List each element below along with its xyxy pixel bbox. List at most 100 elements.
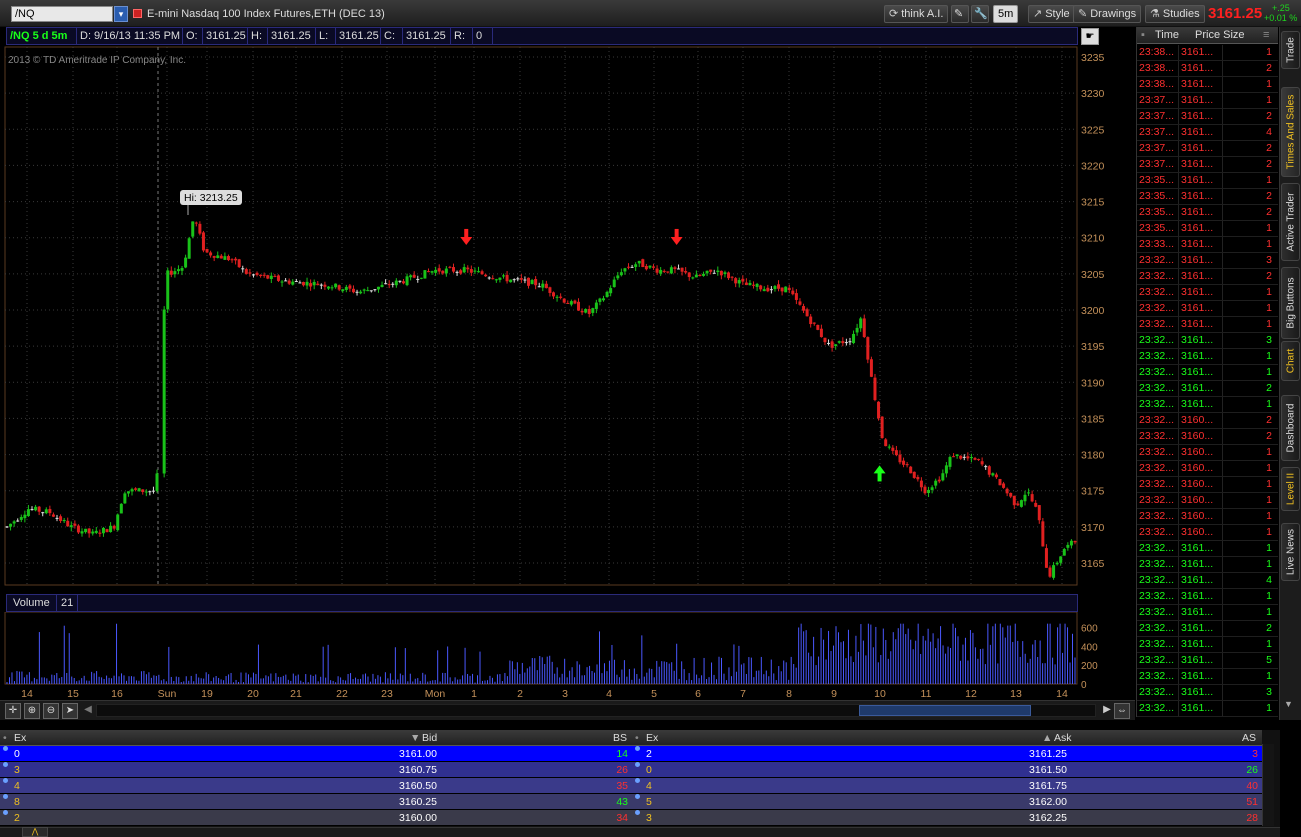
- ts-separator: [1178, 317, 1179, 332]
- symbol-dropdown-button[interactable]: ▾: [114, 6, 128, 22]
- ask-row[interactable]: 3 3162.25 28: [632, 810, 1262, 826]
- ask-size-header[interactable]: AS: [1242, 732, 1256, 744]
- scroll-down-icon[interactable]: ▼: [1284, 699, 1293, 709]
- ts-row[interactable]: 23:32... 3161... 1: [1137, 669, 1278, 685]
- scroll-left-button[interactable]: ◀: [80, 703, 96, 719]
- ask-row[interactable]: 0 3161.50 26: [632, 762, 1262, 778]
- style-button[interactable]: ↗ Style: [1028, 5, 1075, 23]
- expand-button[interactable]: ⇔: [1114, 703, 1130, 719]
- crosshair-button[interactable]: ✛: [5, 703, 21, 719]
- interval-button[interactable]: 5m: [993, 5, 1019, 23]
- ts-row[interactable]: 23:32... 3161... 1: [1137, 365, 1278, 381]
- ask-price-header[interactable]: Ask: [1054, 732, 1072, 744]
- ts-row[interactable]: 23:32... 3161... 1: [1137, 701, 1278, 717]
- ts-row[interactable]: 23:32... 3161... 1: [1137, 349, 1278, 365]
- ask-row[interactable]: 4 3161.75 40: [632, 778, 1262, 794]
- pointer-button[interactable]: ➤: [62, 703, 78, 719]
- ts-row[interactable]: 23:32... 3161... 1: [1137, 317, 1278, 333]
- ts-row[interactable]: 23:37... 3161... 1: [1137, 93, 1278, 109]
- tab-level-ii[interactable]: Level II: [1281, 467, 1300, 511]
- ts-row[interactable]: 23:32... 3160... 1: [1137, 477, 1278, 493]
- ts-row[interactable]: 23:32... 3161... 1: [1137, 285, 1278, 301]
- ts-row[interactable]: 23:32... 3160... 1: [1137, 509, 1278, 525]
- ts-row[interactable]: 23:32... 3161... 2: [1137, 269, 1278, 285]
- ts-row[interactable]: 23:38... 3161... 1: [1137, 77, 1278, 93]
- tab-big-buttons[interactable]: Big Buttons: [1281, 267, 1300, 339]
- tab-chart[interactable]: Chart: [1281, 341, 1300, 381]
- ts-row[interactable]: 23:38... 3161... 1: [1137, 45, 1278, 61]
- bid-row[interactable]: 8 3160.25 43: [0, 794, 632, 810]
- ts-time: 23:32...: [1139, 254, 1175, 266]
- bid-price-header[interactable]: Bid: [422, 732, 437, 744]
- ts-row[interactable]: 23:32... 3161... 1: [1137, 637, 1278, 653]
- ts-separator: [1178, 477, 1179, 492]
- bid-size-header[interactable]: BS: [613, 732, 627, 744]
- ts-menu-icon[interactable]: ≡: [1263, 29, 1269, 41]
- ts-row[interactable]: 23:32... 3161... 2: [1137, 381, 1278, 397]
- ts-row[interactable]: 23:32... 3161... 1: [1137, 301, 1278, 317]
- zoom-in-button[interactable]: ⊕: [24, 703, 40, 719]
- bid-ex-header[interactable]: Ex: [14, 732, 26, 744]
- ts-row[interactable]: 23:35... 3161... 2: [1137, 189, 1278, 205]
- chart-scrollbar-thumb[interactable]: [859, 705, 1031, 716]
- ts-time-header[interactable]: Time: [1155, 29, 1179, 41]
- ts-row[interactable]: 23:32... 3161... 5: [1137, 653, 1278, 669]
- tab-times-and-sales[interactable]: Times And Sales: [1281, 87, 1300, 177]
- chart-symbol-period[interactable]: /NQ 5 d 5m: [7, 28, 77, 44]
- ts-row[interactable]: 23:32... 3161... 3: [1137, 333, 1278, 349]
- ts-row[interactable]: 23:35... 3161... 2: [1137, 205, 1278, 221]
- ts-row[interactable]: 23:32... 3161... 1: [1137, 397, 1278, 413]
- chart-scrollbar[interactable]: [96, 704, 1096, 717]
- bid-row[interactable]: 3 3160.75 26: [0, 762, 632, 778]
- tab-dashboard[interactable]: Dashboard: [1281, 395, 1300, 461]
- ts-row[interactable]: 23:32... 3161... 1: [1137, 557, 1278, 573]
- price-chart[interactable]: 3235 3230 3225 3220 3215 3210 3205 3200 3195 3190…: [0, 45, 1136, 590]
- bid-row[interactable]: 0 3161.00 14: [0, 746, 632, 762]
- ts-row[interactable]: 23:32... 3160... 2: [1137, 429, 1278, 445]
- ts-row[interactable]: 23:37... 3161... 2: [1137, 141, 1278, 157]
- ts-row[interactable]: 23:32... 3160... 1: [1137, 525, 1278, 541]
- ts-row[interactable]: 23:32... 3161... 3: [1137, 685, 1278, 701]
- ts-row[interactable]: 23:33... 3161... 1: [1137, 237, 1278, 253]
- ts-row[interactable]: 23:32... 3161... 4: [1137, 573, 1278, 589]
- crosshair-tool-button[interactable]: ✎: [951, 5, 969, 23]
- ts-row[interactable]: 23:35... 3161... 1: [1137, 173, 1278, 189]
- ask-ex-header[interactable]: Ex: [646, 732, 658, 744]
- candle-body: [816, 324, 820, 330]
- level-ii-scrollbar[interactable]: [1262, 744, 1274, 826]
- tab-live-news[interactable]: Live News: [1281, 523, 1300, 581]
- bid-row[interactable]: 4 3160.50 35: [0, 778, 632, 794]
- candle-body: [769, 289, 773, 291]
- ts-row[interactable]: 23:32... 3161... 1: [1137, 605, 1278, 621]
- ts-row[interactable]: 23:32... 3161... 1: [1137, 541, 1278, 557]
- ts-price-size-header[interactable]: Price Size: [1195, 29, 1245, 41]
- zoom-out-button[interactable]: ⊖: [43, 703, 59, 719]
- ts-row[interactable]: 23:37... 3161... 4: [1137, 125, 1278, 141]
- wrench-button[interactable]: 🔧: [971, 5, 989, 23]
- drawings-button[interactable]: ✎ Drawings: [1073, 5, 1142, 23]
- ts-row[interactable]: 23:32... 3161... 1: [1137, 589, 1278, 605]
- tab-trade[interactable]: Trade: [1281, 31, 1300, 69]
- think-ai-button[interactable]: ⟳ think A.I.: [884, 5, 949, 23]
- studies-button[interactable]: ⚗ Studies: [1145, 5, 1205, 23]
- scroll-right-button[interactable]: ▶: [1099, 703, 1115, 719]
- bid-row[interactable]: 2 3160.00 34: [0, 810, 632, 826]
- ts-row[interactable]: 23:37... 3161... 2: [1137, 157, 1278, 173]
- ts-row[interactable]: 23:32... 3161... 3: [1137, 253, 1278, 269]
- ts-row[interactable]: 23:32... 3160... 1: [1137, 493, 1278, 509]
- ts-row[interactable]: 23:37... 3161... 2: [1137, 109, 1278, 125]
- symbol-input[interactable]: /NQ: [11, 6, 113, 22]
- ts-row[interactable]: 23:32... 3160... 1: [1137, 445, 1278, 461]
- ts-row[interactable]: 23:35... 3161... 1: [1137, 221, 1278, 237]
- ts-row[interactable]: 23:32... 3161... 2: [1137, 621, 1278, 637]
- ask-row[interactable]: 2 3161.25 3: [632, 746, 1262, 762]
- ask-row[interactable]: 5 3162.00 51: [632, 794, 1262, 810]
- tab-active-trader[interactable]: Active Trader: [1281, 183, 1300, 261]
- expand-up-icon[interactable]: ⋀: [22, 827, 48, 837]
- candle-body: [744, 282, 748, 286]
- ts-row[interactable]: 23:32... 3160... 1: [1137, 461, 1278, 477]
- ts-row[interactable]: 23:38... 3161... 2: [1137, 61, 1278, 77]
- ts-row[interactable]: 23:32... 3160... 2: [1137, 413, 1278, 429]
- chart-settings-icon[interactable]: ☛: [1081, 28, 1099, 45]
- l2-price: 3160.50: [399, 780, 437, 792]
